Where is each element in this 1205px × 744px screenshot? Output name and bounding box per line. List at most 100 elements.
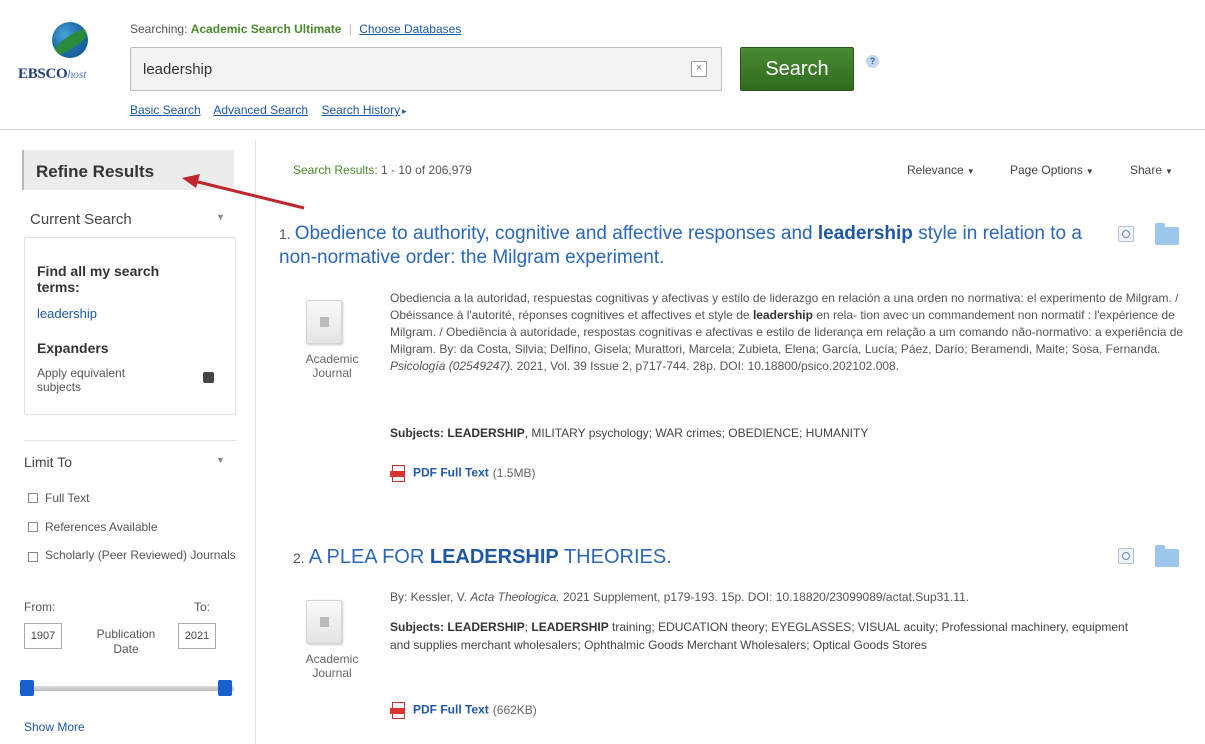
subjects-text: , MILITARY psychology; WAR crimes; OBEDI… — [524, 426, 869, 440]
page-options-dropdown[interactable]: Page Options ▼ — [1010, 163, 1094, 177]
expanders-label: Expanders — [37, 340, 109, 356]
show-more-link[interactable]: Show More — [24, 720, 85, 734]
add-to-folder-icon[interactable] — [1155, 545, 1179, 567]
annotation-arrow-icon — [182, 174, 305, 210]
find-all-terms-label: Find all my search terms: — [37, 263, 160, 295]
title-text: A PLEA FOR — [308, 546, 430, 568]
apply-equivalent-subjects: Apply equivalent subjects — [37, 366, 126, 394]
journal-icon — [306, 300, 342, 344]
caret-down-icon: ▼ — [966, 167, 975, 176]
relevance-dropdown[interactable]: Relevance ▼ — [907, 163, 975, 177]
title-text: THEORIES. — [558, 546, 672, 568]
advanced-search-link[interactable]: Advanced Search — [213, 103, 308, 117]
publication-date-label: Publication Date — [96, 627, 156, 656]
separator: | — [348, 22, 352, 36]
searching-label: Searching: — [130, 22, 188, 36]
basic-search-link[interactable]: Basic Search — [130, 103, 201, 117]
pdf-icon[interactable] — [390, 465, 405, 482]
logo-text: EBSCOhost — [18, 66, 87, 82]
search-mode-links: Basic Search Advanced Search Search Hist… — [130, 103, 417, 117]
subjects-label: Subjects: — [390, 426, 445, 440]
slider-handle-left[interactable] — [20, 680, 34, 696]
search-button[interactable]: Search — [740, 47, 854, 91]
column-divider — [255, 140, 256, 744]
to-year-input[interactable]: 2021 — [178, 623, 216, 649]
caret-down-icon: ▼ — [1085, 167, 1094, 176]
abstract-text: 2021, Vol. 39 Issue 2, p717-744. 28p. DO… — [513, 359, 900, 373]
add-to-folder-icon[interactable] — [1155, 223, 1179, 245]
title-text: Obedience to authority, cognitive and af… — [294, 223, 818, 244]
sidebar: Refine Results Current Search ▼ Find all… — [10, 150, 242, 744]
limit-full-text[interactable]: Full Text — [28, 491, 89, 506]
pdf-full-text-link[interactable]: PDF Full Text — [413, 703, 489, 717]
ebscohost-logo[interactable]: EBSCOhost — [18, 20, 118, 90]
journal-name: Acta Theologica. — [470, 590, 560, 604]
choose-databases-link[interactable]: Choose Databases — [359, 22, 461, 36]
preview-icon[interactable] — [1118, 226, 1134, 242]
header: EBSCOhost Searching: Academic Search Ult… — [0, 0, 1205, 130]
divider — [24, 440, 236, 441]
database-name: Academic Search Ultimate — [190, 22, 342, 36]
result-abstract: Obediencia a la autoridad, respuestas co… — [390, 290, 1190, 375]
pdf-size: (1.5MB) — [492, 465, 536, 480]
subject-highlight: LEADERSHIP — [447, 426, 525, 440]
page-options-label: Page Options — [1010, 163, 1083, 177]
limit-to-heading[interactable]: Limit To — [24, 454, 72, 470]
pdf-full-text-row: PDF Full Text (1.5MB) — [390, 465, 535, 482]
limit-label: References Available — [45, 520, 158, 534]
document-type: Academic Journal — [305, 352, 359, 380]
slider-handle-right[interactable] — [218, 680, 232, 696]
limit-references-available[interactable]: References Available — [28, 520, 158, 535]
journal-icon — [306, 600, 342, 644]
limit-label: Full Text — [45, 491, 90, 505]
references-checkbox[interactable] — [28, 521, 38, 532]
from-label: From: — [24, 600, 56, 614]
byline-text: By: Kessler, V. — [390, 590, 471, 604]
results-count: Search Results: 1 - 10 of 206,979 — [293, 163, 472, 177]
triangle-right-icon: ▸ — [402, 106, 407, 116]
pdf-full-text-link[interactable]: PDF Full Text — [413, 466, 489, 480]
full-text-checkbox[interactable] — [28, 492, 38, 503]
from-year-input[interactable]: 1907 — [24, 623, 62, 649]
subject-highlight: LEADERSHIP — [447, 620, 525, 634]
search-term-link[interactable]: leadership — [37, 306, 97, 321]
share-dropdown[interactable]: Share ▼ — [1130, 163, 1173, 177]
result-subjects: Subjects: LEADERSHIP; LEADERSHIP trainin… — [390, 618, 1150, 654]
chevron-down-icon[interactable]: ▼ — [216, 212, 225, 222]
date-slider-track[interactable] — [20, 686, 234, 691]
pdf-size: (662KB) — [492, 702, 537, 717]
byline-text: 2021 Supplement, p179-193. 15p. DOI: 10.… — [559, 590, 970, 604]
search-input[interactable] — [143, 57, 683, 81]
clear-search-icon[interactable]: × — [691, 61, 707, 77]
limit-label: Scholarly (Peer Reviewed) Journals — [45, 548, 236, 562]
arrow-head — [182, 174, 200, 188]
searching-line: Searching: Academic Search Ultimate | Ch… — [130, 22, 461, 36]
current-search-heading[interactable]: Current Search — [30, 211, 132, 228]
result-number: 1. — [279, 226, 291, 242]
result-title-link[interactable]: 1. Obedience to authority, cognitive and … — [279, 222, 1089, 270]
document-type: Academic Journal — [305, 652, 359, 680]
abstract-highlight: leadership — [752, 308, 813, 322]
subjects-label: Subjects: — [390, 620, 445, 634]
title-highlight: leadership — [817, 223, 913, 244]
current-search-box: Find all my search terms: leadership Exp… — [24, 237, 236, 415]
search-history-link[interactable]: Search History — [321, 103, 400, 117]
remove-expander-icon[interactable] — [203, 372, 214, 383]
subject-highlight: LEADERSHIP — [531, 620, 609, 634]
share-label: Share — [1130, 163, 1163, 177]
globe-icon — [52, 22, 88, 58]
title-highlight: LEADERSHIP — [429, 546, 559, 568]
caret-down-icon: ▼ — [1165, 167, 1173, 176]
preview-icon[interactable] — [1118, 548, 1134, 564]
result-subjects: Subjects: LEADERSHIP, MILITARY psycholog… — [390, 424, 1170, 442]
result-title-link[interactable]: 2. A PLEA FOR LEADERSHIP THEORIES. — [279, 545, 672, 570]
scholarly-checkbox[interactable] — [28, 552, 38, 562]
arrow-shaft — [189, 178, 305, 210]
search-box: × — [130, 47, 722, 91]
help-icon[interactable]: ? — [866, 55, 879, 68]
pdf-icon[interactable] — [390, 702, 405, 719]
chevron-down-icon[interactable]: ▼ — [216, 455, 225, 465]
pdf-full-text-row: PDF Full Text (662KB) — [390, 702, 537, 719]
to-label: To: — [194, 600, 211, 614]
limit-scholarly[interactable]: Scholarly (Peer Reviewed) Journals — [28, 548, 238, 563]
